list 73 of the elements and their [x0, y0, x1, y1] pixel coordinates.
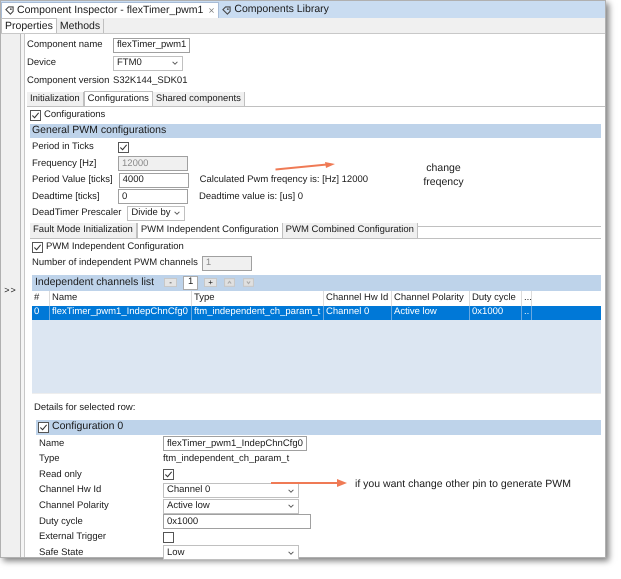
field-label: Safe State: [39, 546, 84, 560]
info-text: Deadtime value is: [us] 0: [199, 190, 304, 204]
table-row[interactable]: 0 flexTimer_pwm1_IndepChnCfg0 ftm_independent_ch_param_t Channel 0 Active low 0x1000 ..: [32, 306, 601, 320]
dropdown[interactable]: Channel 0: [163, 483, 299, 498]
tab[interactable]: Shared components: [152, 92, 245, 106]
field-label: Read only: [39, 468, 83, 482]
collapse-toggle[interactable]: >>: [4, 284, 17, 298]
checkbox-label: Configurations: [44, 108, 106, 122]
list-title: Independent channels list: [35, 274, 154, 290]
input-field[interactable]: flexTimer_pwm1_IndepChnCfg0: [163, 436, 307, 452]
table-cell: 0: [32, 306, 50, 320]
annotation-text: change freqency: [422, 161, 465, 189]
field-label: External Trigger: [39, 530, 108, 544]
field-label: Channel Hw Id: [39, 483, 102, 498]
field-label: Device: [27, 56, 58, 70]
field-label: Component version: [27, 74, 110, 88]
field-label: Period in Ticks: [32, 140, 95, 154]
table-cell: ..: [522, 306, 532, 320]
view-tab[interactable]: Components Library: [219, 2, 332, 18]
tag-icon: [222, 6, 232, 14]
tab[interactable]: Fault Mode Initialization: [30, 223, 137, 238]
field-label: Duty cycle: [39, 514, 84, 529]
add-button[interactable]: +: [204, 278, 218, 287]
checkbox-label: PWM Independent Configuration: [46, 240, 184, 254]
view-tab[interactable]: Component Inspector - flexTimer_pwm1: [1, 2, 220, 18]
field-label: Channel Polarity: [39, 499, 110, 514]
details-label: Details for selected row:: [33, 401, 136, 416]
table-cell: flexTimer_pwm1_IndepChnCfg0: [50, 306, 192, 320]
dropdown[interactable]: Low: [163, 545, 299, 560]
remove-button[interactable]: -: [164, 278, 178, 287]
field-label: DeadTimer Prescaler: [32, 206, 122, 220]
value-text: S32K144_SDK01: [113, 74, 188, 88]
dropdown[interactable]: FTM0: [113, 56, 183, 70]
input-field[interactable]: flexTimer_pwm1: [113, 38, 190, 52]
dropdown[interactable]: Active low: [163, 498, 299, 514]
tab[interactable]: Initialization: [27, 92, 84, 106]
checkbox[interactable]: [118, 142, 129, 153]
checkbox[interactable]: [30, 110, 41, 121]
table-cell: Channel 0: [324, 306, 392, 320]
info-text: Calculated Pwm freqency is: [Hz] 12000: [200, 173, 368, 188]
field-label: Frequency [Hz]: [32, 156, 98, 171]
annotation-text: if you want change other pin to generate PWM: [355, 477, 571, 492]
table-cell: 0x1000: [470, 306, 522, 320]
field-label: Component name: [27, 38, 104, 52]
close-icon[interactable]: [208, 7, 216, 14]
tab[interactable]: PWM Independent Configuration: [136, 223, 283, 238]
field-label: Type: [39, 452, 61, 466]
chevron-down-icon: [173, 209, 182, 218]
field-label: Name: [39, 436, 66, 451]
field-label: Number of independent PWM channels: [32, 256, 198, 270]
table-cell: Active low: [392, 306, 470, 320]
tab[interactable]: Configurations: [84, 90, 153, 106]
input-field[interactable]: 0: [118, 189, 188, 204]
checkbox[interactable]: [163, 532, 174, 543]
arrow: [275, 162, 335, 170]
value-text: ftm_independent_ch_param_t: [163, 452, 290, 466]
field-label: Period Value [ticks]: [32, 173, 113, 188]
section-title: Configuration 0: [52, 419, 124, 434]
tab[interactable]: PWM Combined Configuration: [282, 223, 418, 238]
checkbox[interactable]: [38, 422, 49, 432]
checkbox[interactable]: [32, 242, 43, 252]
section-header: General PWM configurations: [30, 124, 601, 138]
table-cell: ftm_independent_ch_param_t: [192, 306, 324, 320]
count-field[interactable]: 1: [183, 276, 198, 290]
dropdown[interactable]: Divide by: [127, 206, 186, 221]
tag-icon: [5, 6, 14, 15]
tab[interactable]: Properties: [1, 18, 57, 33]
chevron-down-icon: [287, 548, 295, 557]
checkbox[interactable]: [163, 469, 174, 480]
input-field[interactable]: 0x1000: [163, 514, 311, 530]
input-field[interactable]: 4000: [118, 172, 189, 188]
chevron-down-icon: [171, 59, 179, 67]
field-label: Deadtime [ticks]: [32, 190, 101, 204]
